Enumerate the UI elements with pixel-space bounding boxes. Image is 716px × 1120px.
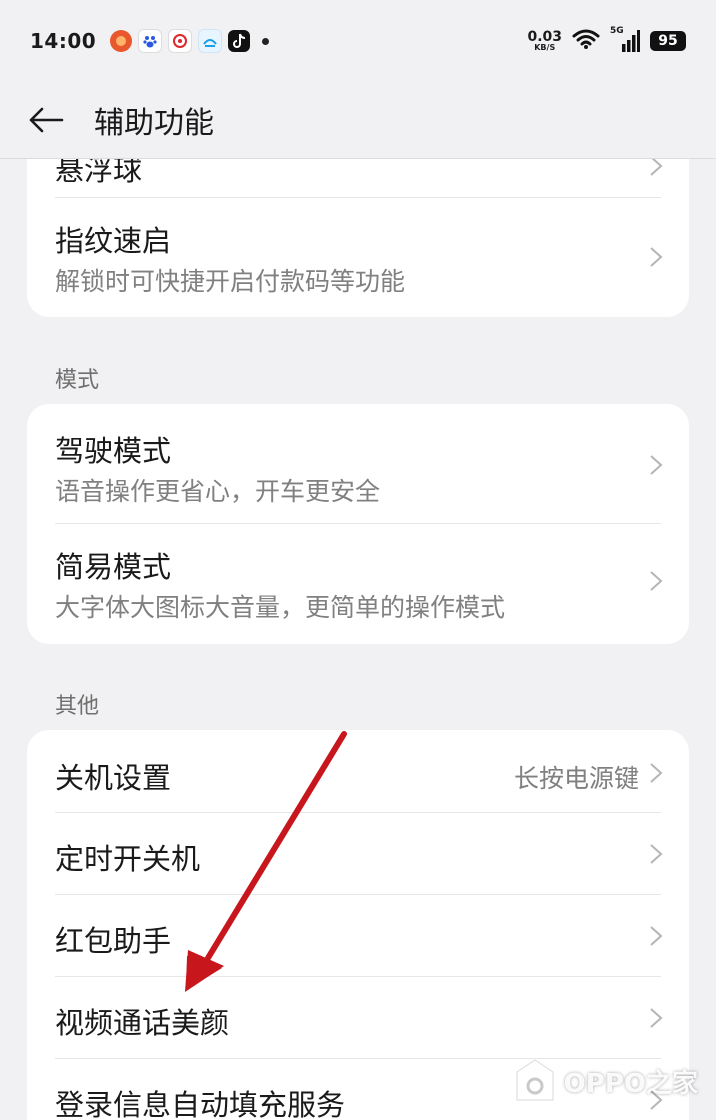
list-item-title: 指纹速启 xyxy=(55,224,172,258)
back-arrow-icon xyxy=(29,107,64,133)
list-item-floating-ball[interactable]: 悬浮球 xyxy=(27,159,689,199)
list-item-subtitle: 大字体大图标大音量，更简单的操作模式 xyxy=(55,593,506,622)
net-speed-value: 0.03 xyxy=(527,29,562,45)
chevron-right-icon xyxy=(650,571,663,591)
more-notifications-dot xyxy=(262,37,270,45)
list-item-title: 红包助手 xyxy=(55,924,172,958)
net-speed-unit: KB/S xyxy=(534,43,556,52)
list-item-title: 悬浮球 xyxy=(55,159,143,187)
page-title: 辅助功能 xyxy=(94,106,214,141)
status-right: 0.03 KB/S 5G 95 xyxy=(527,26,686,53)
chevron-right-icon xyxy=(650,455,663,475)
app-header: 辅助功能 xyxy=(0,82,716,159)
list-item-title: 定时开关机 xyxy=(55,842,201,876)
status-bar: 14:00 0.03 KB/S 5G 95 xyxy=(0,0,716,82)
section-label-other: 其他 xyxy=(55,694,100,719)
list-item-title: 视频通话美颜 xyxy=(55,1006,230,1040)
watermark-logo-icon xyxy=(516,1059,554,1101)
tiktok-icon xyxy=(228,30,251,52)
watermark: OPPO之家 xyxy=(514,1058,698,1104)
list-item-simple-mode[interactable]: 简易模式 大字体大图标大音量，更简单的操作模式 xyxy=(27,524,689,644)
list-item-title: 登录信息自动填充服务 xyxy=(55,1088,346,1120)
back-button[interactable] xyxy=(26,100,66,140)
list-item-scheduled-power[interactable]: 定时开关机 xyxy=(27,813,689,894)
baidu-icon xyxy=(138,29,163,53)
list-item-subtitle: 解锁时可快捷开启付款码等功能 xyxy=(55,267,406,296)
network-type-label: 5G xyxy=(610,26,624,36)
notification-icons xyxy=(110,29,270,53)
chevron-right-icon xyxy=(650,926,663,946)
chevron-right-icon xyxy=(650,1008,663,1028)
chevron-right-icon xyxy=(650,844,663,864)
battery-indicator: 95 xyxy=(650,31,686,51)
app-blue-icon xyxy=(198,29,223,53)
watermark-text: OPPO之家 xyxy=(563,1068,698,1099)
app-notification-icon xyxy=(110,30,133,52)
net-speed: 0.03 KB/S xyxy=(527,30,562,52)
list-item-power-off-settings[interactable]: 关机设置 长按电源键 xyxy=(27,730,689,812)
list-item-title: 关机设置 xyxy=(55,761,172,795)
list-item-fingerprint-quick-launch[interactable]: 指纹速启 解锁时可快捷开启付款码等功能 xyxy=(27,198,689,317)
chevron-right-icon xyxy=(650,247,663,267)
cellular-signal-icon: 5G xyxy=(610,26,640,52)
list-item-red-envelope-assistant[interactable]: 红包助手 xyxy=(27,895,689,976)
wifi-icon xyxy=(572,29,600,53)
weibo-icon xyxy=(168,29,193,53)
chevron-right-icon xyxy=(650,763,663,783)
list-item-value: 长按电源键 xyxy=(513,764,639,793)
card-top: 悬浮球 指纹速启 解锁时可快捷开启付款码等功能 xyxy=(27,159,689,317)
status-time: 14:00 xyxy=(30,29,97,53)
list-item-title: 简易模式 xyxy=(55,550,172,584)
chevron-right-icon xyxy=(650,159,663,176)
settings-list[interactable]: 悬浮球 指纹速启 解锁时可快捷开启付款码等功能 模式 驾驶模式 语音操作更省心，… xyxy=(0,159,716,1120)
list-item-driving-mode[interactable]: 驾驶模式 语音操作更省心，开车更安全 xyxy=(27,404,689,524)
card-mode: 驾驶模式 语音操作更省心，开车更安全 简易模式 大字体大图标大音量，更简单的操作… xyxy=(27,404,689,644)
list-item-video-call-beauty[interactable]: 视频通话美颜 xyxy=(27,977,689,1058)
section-label-mode: 模式 xyxy=(55,368,100,393)
list-item-title: 驾驶模式 xyxy=(55,434,172,468)
list-item-subtitle: 语音操作更省心，开车更安全 xyxy=(55,477,381,506)
